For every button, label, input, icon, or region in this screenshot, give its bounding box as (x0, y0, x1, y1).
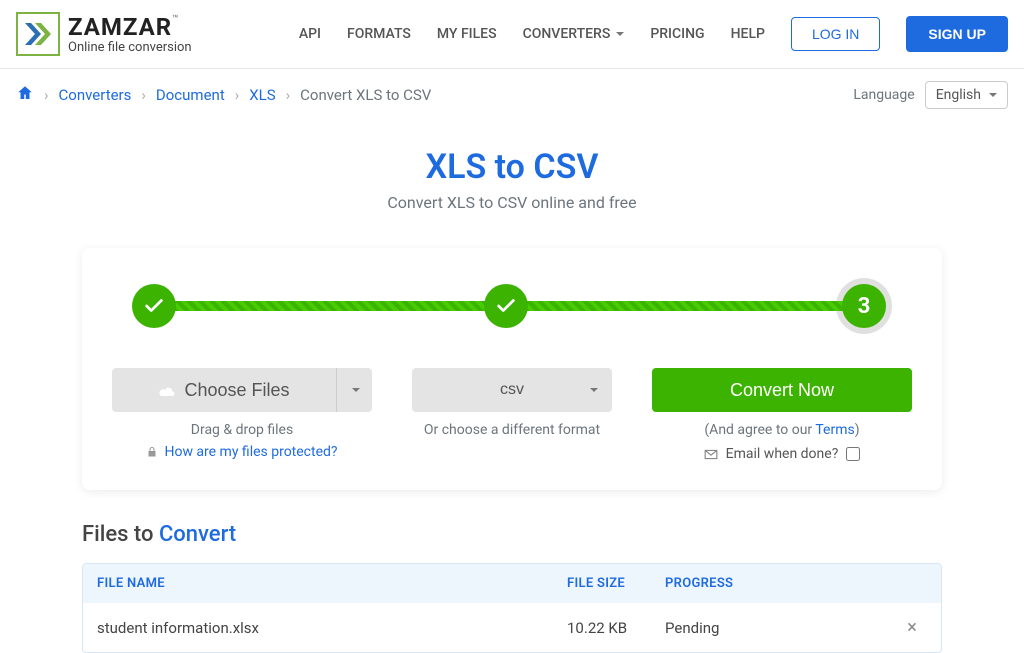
brand-name: ZAMZAR (68, 13, 172, 41)
language-dropdown[interactable]: English (925, 81, 1008, 109)
language-selector: Language English (853, 81, 1008, 109)
nav-myfiles[interactable]: MY FILES (437, 26, 497, 42)
breadcrumb-converters[interactable]: Converters (59, 86, 132, 104)
terms-link[interactable]: Terms (815, 422, 854, 438)
lock-icon (146, 446, 158, 458)
step-3-ring: 3 (836, 278, 892, 334)
step-indicator: 3 (112, 278, 912, 334)
nav-converters[interactable]: CONVERTERS (523, 26, 625, 42)
email-checkbox[interactable] (846, 447, 860, 461)
breadcrumb-xls[interactable]: XLS (249, 86, 275, 104)
chevron-down-icon (352, 388, 360, 392)
convert-column: Convert Now (And agree to our Terms) Ema… (652, 368, 912, 462)
header-progress: PROGRESS (647, 576, 897, 591)
check-icon (143, 295, 165, 317)
step-1 (132, 284, 176, 328)
chevron-down-icon (616, 32, 624, 36)
primary-nav: API FORMATS MY FILES CONVERTERS PRICING … (299, 16, 1008, 52)
format-dropdown[interactable]: csv (412, 368, 612, 412)
files-section: Files to Convert FILE NAME FILE SIZE PRO… (82, 522, 942, 653)
remove-file-button[interactable]: × (907, 617, 917, 638)
table-row: student information.xlsx 10.22 KB Pendin… (83, 603, 941, 652)
breadcrumb-home[interactable] (16, 84, 34, 106)
brand-text: ZAMZAR™ Online file conversion (68, 15, 192, 54)
check-icon (495, 295, 517, 317)
breadcrumb-current: Convert XLS to CSV (300, 86, 431, 104)
header-filename: FILE NAME (97, 576, 567, 591)
files-heading: Files to Convert (82, 522, 942, 547)
nav-formats[interactable]: FORMATS (347, 26, 411, 42)
cloud-upload-icon (158, 383, 176, 397)
envelope-icon (704, 449, 718, 460)
cell-progress: Pending (647, 619, 897, 637)
convert-now-button[interactable]: Convert Now (652, 368, 912, 412)
terms-text: (And agree to our Terms) (704, 422, 859, 438)
action-columns: Choose Files Drag & drop files How are m… (112, 368, 912, 462)
home-icon (16, 84, 34, 102)
format-column: csv Or choose a different format (402, 368, 622, 462)
files-header-row: FILE NAME FILE SIZE PROGRESS (83, 564, 941, 603)
email-when-done: Email when done? (704, 446, 861, 462)
drag-drop-hint: Drag & drop files (191, 422, 293, 438)
signup-button[interactable]: SIGN UP (906, 16, 1008, 52)
hero: XLS to CSV Convert XLS to CSV online and… (0, 147, 1024, 212)
nav-pricing[interactable]: PRICING (650, 26, 704, 42)
choose-files-button[interactable]: Choose Files (112, 368, 336, 412)
logo-mark (16, 12, 60, 56)
choose-column: Choose Files Drag & drop files How are m… (112, 368, 372, 462)
login-button[interactable]: LOG IN (791, 17, 880, 51)
nav-help[interactable]: HELP (731, 26, 765, 42)
page-title: XLS to CSV (0, 147, 1024, 187)
conversion-card: 3 Choose Files Drag & drop files How are… (82, 248, 942, 490)
nav-api[interactable]: API (299, 26, 321, 42)
step-2 (484, 284, 528, 328)
cell-filename: student information.xlsx (97, 619, 567, 637)
breadcrumb: › Converters › Document › XLS › Convert … (16, 84, 431, 106)
cell-filesize: 10.22 KB (567, 619, 647, 637)
email-label: Email when done? (726, 446, 839, 462)
choose-files-dropdown[interactable] (336, 368, 372, 412)
double-arrow-icon (23, 19, 53, 49)
files-table: FILE NAME FILE SIZE PROGRESS student inf… (82, 563, 942, 653)
chevron-down-icon (590, 388, 598, 392)
page-subtitle: Convert XLS to CSV online and free (0, 193, 1024, 212)
chevron-down-icon (989, 93, 997, 97)
protected-link[interactable]: How are my files protected? (164, 444, 337, 460)
breadcrumb-document[interactable]: Document (156, 86, 225, 104)
site-header: ZAMZAR™ Online file conversion API FORMA… (0, 0, 1024, 69)
breadcrumb-row: › Converters › Document › XLS › Convert … (0, 69, 1024, 117)
protected-hint: How are my files protected? (146, 444, 337, 460)
header-filesize: FILE SIZE (567, 576, 647, 591)
brand-tagline: Online file conversion (68, 41, 192, 54)
format-hint: Or choose a different format (424, 422, 600, 438)
step-3: 3 (842, 284, 886, 328)
language-label: Language (853, 87, 914, 103)
logo[interactable]: ZAMZAR™ Online file conversion (16, 12, 192, 56)
choose-files-group: Choose Files (112, 368, 372, 412)
